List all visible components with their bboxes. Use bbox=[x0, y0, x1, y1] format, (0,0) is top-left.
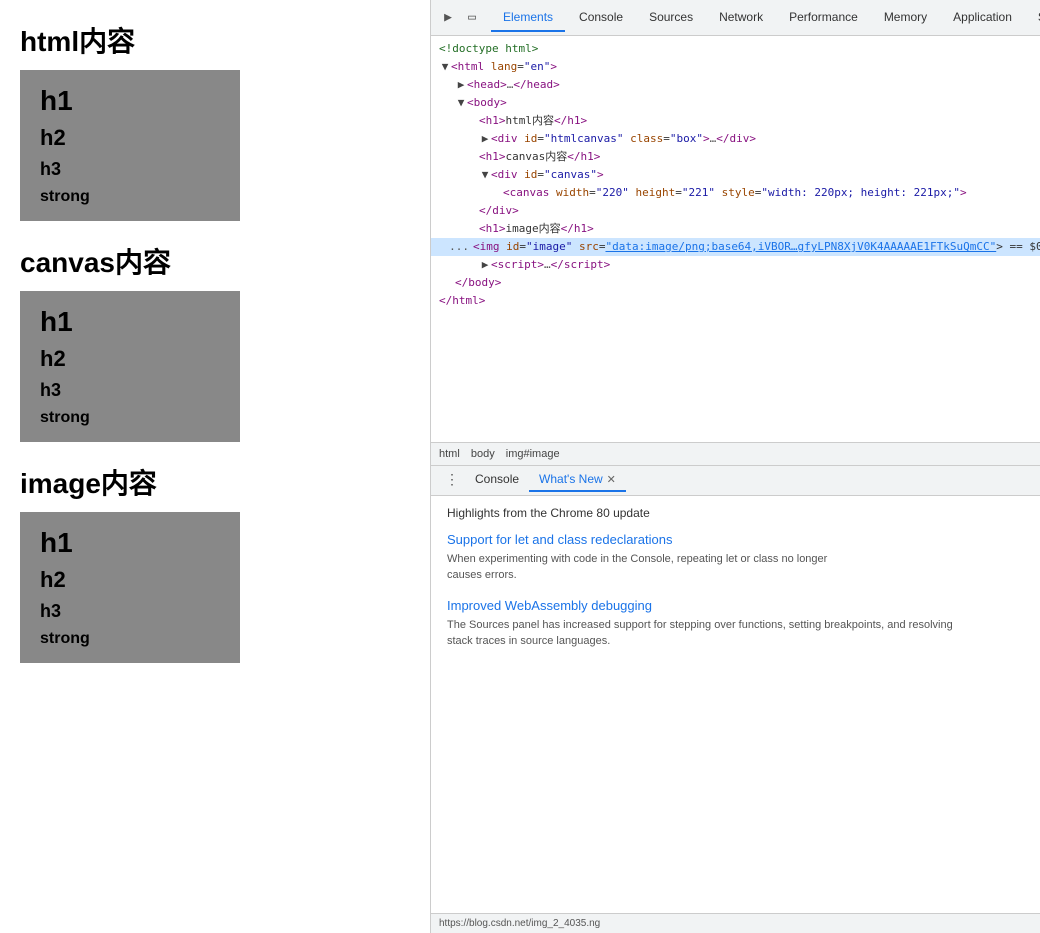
canvas-section: canvas内容 h1 h2 h3 strong bbox=[20, 241, 410, 442]
breadcrumb-body[interactable]: body bbox=[471, 448, 495, 460]
canvas-section-title: canvas内容 bbox=[20, 241, 410, 281]
canvas-div-close[interactable]: </div> bbox=[431, 202, 1040, 220]
html-section: html内容 h1 h2 h3 strong bbox=[20, 20, 410, 221]
img-element-line[interactable]: ... <img id="image" src="data:image/png;… bbox=[431, 238, 1040, 256]
head-line[interactable]: ▶ <head> … </head> bbox=[431, 76, 1040, 94]
tab-elements[interactable]: Elements bbox=[491, 4, 565, 32]
whats-new-header: Highlights from the Chrome 80 update bbox=[447, 506, 1024, 520]
device-icon[interactable]: ▭ bbox=[463, 9, 481, 27]
h1-canvas-line[interactable]: <h1> canvas内容 </h1> bbox=[431, 148, 1040, 166]
image-box-strong: strong bbox=[40, 630, 90, 647]
status-url: https://blog.csdn.net/img_2_4035.ng bbox=[439, 918, 600, 929]
feature-1-title[interactable]: Support for let and class redeclarations bbox=[447, 532, 1024, 547]
canvas-element-line[interactable]: <canvas width="220" height="221" style="… bbox=[431, 184, 1040, 202]
canvas-div-open[interactable]: ▼ <div id="canvas" > bbox=[431, 166, 1040, 184]
image-section: image内容 h1 h2 h3 strong bbox=[20, 462, 410, 663]
body-open-line[interactable]: ▼ <body> bbox=[431, 94, 1040, 112]
tab-network[interactable]: Network bbox=[707, 4, 775, 32]
feature-1-desc: When experimenting with code in the Cons… bbox=[447, 551, 1024, 584]
canvas-gray-box: h1 h2 h3 strong bbox=[20, 291, 240, 442]
html-section-title: html内容 bbox=[20, 20, 410, 60]
bottom-tab-console[interactable]: Console bbox=[465, 468, 529, 492]
script-triangle[interactable]: ▶ bbox=[479, 257, 491, 273]
breadcrumb-html[interactable]: html bbox=[439, 448, 460, 460]
tab-sources[interactable]: Sources bbox=[637, 4, 705, 32]
devtools-icons: ▶ ▭ bbox=[439, 9, 481, 27]
h1-html-line[interactable]: <h1> html内容 </h1> bbox=[431, 112, 1040, 130]
html-box-h3: h3 bbox=[40, 159, 220, 180]
body-close-line[interactable]: </body> bbox=[431, 274, 1040, 292]
html-box-h2: h2 bbox=[40, 125, 220, 151]
feature-1: Support for let and class redeclarations… bbox=[447, 532, 1024, 584]
canvas-box-strong: strong bbox=[40, 409, 90, 426]
h1-image-line[interactable]: <h1> image内容 </h1> bbox=[431, 220, 1040, 238]
feature-2: Improved WebAssembly debugging The Sourc… bbox=[447, 598, 1024, 650]
bottom-tab-bar: ⋮ Console What's New ✕ bbox=[431, 466, 1040, 496]
canvas-div-triangle[interactable]: ▼ bbox=[479, 167, 491, 183]
whats-new-content: Highlights from the Chrome 80 update Sup… bbox=[431, 496, 1040, 914]
html-open-line[interactable]: ▼ <html lang="en" > bbox=[431, 58, 1040, 76]
tab-application[interactable]: Application bbox=[941, 4, 1024, 32]
canvas-box-h3: h3 bbox=[40, 380, 220, 401]
html-gray-box: h1 h2 h3 strong bbox=[20, 70, 240, 221]
body-triangle[interactable]: ▼ bbox=[455, 95, 467, 111]
htmlcanvas-div-line[interactable]: ▶ <div id="htmlcanvas" class="box" > … <… bbox=[431, 130, 1040, 148]
img-src-link[interactable]: "data:image/png;base64,iVBOR…gfyLPN8XjV0… bbox=[605, 239, 996, 255]
bottom-tab-menu[interactable]: ⋮ bbox=[439, 472, 465, 488]
tab-memory[interactable]: Memory bbox=[872, 4, 939, 32]
breadcrumb-img[interactable]: img#image bbox=[506, 448, 560, 460]
devtools-panel: ▶ ▭ Elements Console Sources Network Per… bbox=[430, 0, 1040, 933]
tab-console[interactable]: Console bbox=[567, 4, 635, 32]
image-gray-box: h1 h2 h3 strong bbox=[20, 512, 240, 663]
tab-se[interactable]: Se bbox=[1026, 4, 1040, 32]
left-panel: html内容 h1 h2 h3 strong canvas内容 h1 h2 h3… bbox=[0, 0, 430, 933]
image-box-h1: h1 bbox=[40, 527, 220, 559]
whatsnew-close-icon[interactable]: ✕ bbox=[607, 473, 616, 486]
head-triangle[interactable]: ▶ bbox=[455, 77, 467, 93]
feature-2-title[interactable]: Improved WebAssembly debugging bbox=[447, 598, 1024, 613]
html-triangle[interactable]: ▼ bbox=[439, 59, 451, 75]
bottom-tab-whatsnew[interactable]: What's New ✕ bbox=[529, 468, 626, 492]
canvas-box-h2: h2 bbox=[40, 346, 220, 372]
status-bar: https://blog.csdn.net/img_2_4035.ng bbox=[431, 913, 1040, 933]
image-box-h3: h3 bbox=[40, 601, 220, 622]
tab-performance[interactable]: Performance bbox=[777, 4, 870, 32]
elements-tree[interactable]: <!doctype html> ▼ <html lang="en" > ▶ <h… bbox=[431, 36, 1040, 442]
image-box-h2: h2 bbox=[40, 567, 220, 593]
image-section-title: image内容 bbox=[20, 462, 410, 502]
doctype-text: <!doctype html> bbox=[439, 41, 538, 57]
expand-dots[interactable]: ... bbox=[439, 239, 469, 255]
html-box-h1: h1 bbox=[40, 85, 220, 117]
devtools-tab-bar: ▶ ▭ Elements Console Sources Network Per… bbox=[431, 0, 1040, 36]
html-box-strong: strong bbox=[40, 188, 90, 205]
canvas-box-h1: h1 bbox=[40, 306, 220, 338]
html-close-line[interactable]: </html> bbox=[431, 292, 1040, 310]
inspect-icon[interactable]: ▶ bbox=[439, 9, 457, 27]
breadcrumb-bar: html body img#image bbox=[431, 442, 1040, 466]
feature-2-desc: The Sources panel has increased support … bbox=[447, 617, 1024, 650]
doctype-line[interactable]: <!doctype html> bbox=[431, 40, 1040, 58]
htmlcanvas-triangle[interactable]: ▶ bbox=[479, 131, 491, 147]
script-line[interactable]: ▶ <script> … </script> bbox=[431, 256, 1040, 274]
